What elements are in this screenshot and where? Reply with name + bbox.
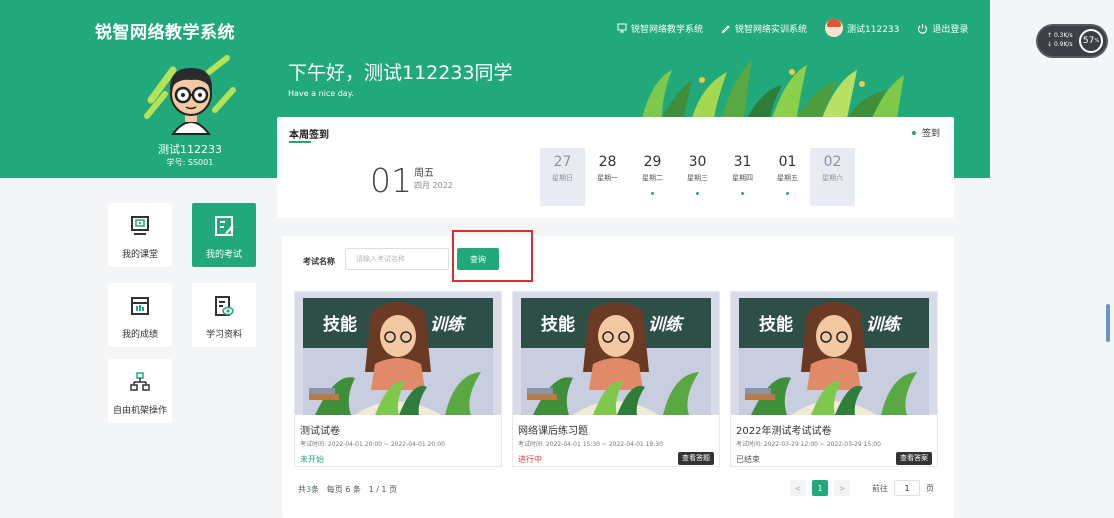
today-date: 01 <box>370 161 412 200</box>
right-margin <box>990 0 1114 518</box>
side-scroll-handle[interactable] <box>1106 304 1110 342</box>
svg-text:技能: 技能 <box>541 314 575 335</box>
rack-icon <box>130 372 150 391</box>
exam-card-item[interactable]: 技能 训练 测试试卷 考试时间: 2022-04-01 20:00 ~ 2022… <box>294 291 502 467</box>
exam-icon <box>215 216 234 236</box>
exam-name-input[interactable] <box>345 248 449 270</box>
nav-teaching-label: 锐智网络教学系统 <box>631 24 704 35</box>
pagination-info: 共3条 每页 6 条 1 / 1 页 <box>298 485 398 494</box>
exam-status: 未开始 <box>300 455 324 464</box>
side-item-free-rack[interactable]: 自由机架操作 <box>108 359 172 423</box>
exam-time: 考试时间: 2022-04-01 20:00 ~ 2022-04-01 20:0… <box>300 441 445 448</box>
day-cell: 27 星期日 <box>540 148 585 206</box>
exam-time: 考试时间: 2022-03-29 12:00 ~ 2022-03-29 15:0… <box>736 441 881 448</box>
plants-decoration <box>632 50 910 118</box>
side-item-my-grades[interactable]: 我的成绩 <box>108 283 172 347</box>
network-speed-widget[interactable]: ↑ 0.3K/s ↓ 0.9K/s 57% <box>1038 26 1106 56</box>
svg-text:技能: 技能 <box>759 314 793 335</box>
upload-speed: ↑ 0.3K/s <box>1047 32 1073 39</box>
user-menu[interactable]: 测试112233 <box>825 19 899 37</box>
svg-text:技能: 技能 <box>323 314 357 335</box>
memory-percent: 57% <box>1079 29 1103 53</box>
highlight-box <box>452 230 533 282</box>
weekly-signin-card: 本周签到 签到 01 周五 四月 2022 27 星期日 28 星期一 29 星期二 … <box>277 117 954 218</box>
materials-icon <box>215 296 234 316</box>
signed-dot <box>741 192 744 195</box>
exam-name: 测试试卷 <box>300 426 340 437</box>
grades-icon <box>131 297 149 315</box>
exam-card-item[interactable]: 技能 训练 网络课后练习题 考试时间: 2022-04-01 15:30 ~ 2… <box>512 291 720 467</box>
today-weekday: 周五 <box>414 168 434 179</box>
classroom-icon <box>131 216 149 235</box>
goto-label: 前往 <box>872 483 888 493</box>
profile-name: 测试112233 <box>158 143 222 156</box>
signed-dot <box>786 192 789 195</box>
exam-time: 考试时间: 2022-04-01 15:30 ~ 2022-04-01 19:3… <box>518 441 663 448</box>
next-page-button[interactable]: > <box>834 480 850 496</box>
download-speed: ↓ 0.9K/s <box>1047 41 1073 48</box>
today-month: 四月 2022 <box>414 181 453 190</box>
side-item-my-classroom[interactable]: 我的课堂 <box>108 203 172 267</box>
view-answers-button[interactable]: 查看答案 <box>896 452 932 465</box>
signed-dot <box>651 192 654 195</box>
day-cell: 28 星期一 <box>597 154 618 182</box>
day-cell: 31 星期四 <box>720 148 765 206</box>
top-nav: 锐智网络教学系统 锐智网络实训系统 测试112233 退出登录 <box>617 18 986 38</box>
exam-status: 已结束 <box>736 455 760 464</box>
exam-banner-image: 技能 训练 <box>513 292 719 415</box>
monitor-icon <box>617 23 627 33</box>
logout-label: 退出登录 <box>932 24 969 35</box>
signin-button[interactable]: 签到 <box>912 126 940 139</box>
exam-name: 2022年测试考试试卷 <box>736 426 832 437</box>
week-days: 27 星期日 28 星期一 29 星期二 30 星期三 31 星期四 01 星期五 02 星期… <box>540 148 855 206</box>
page-number-button[interactable]: 1 <box>812 480 828 496</box>
profile-avatar <box>144 55 236 135</box>
exam-card-item[interactable]: 技能 训练 2022年测试考试试卷 考试时间: 2022-03-29 12:00… <box>730 291 938 467</box>
signin-title-underline <box>289 141 311 143</box>
exam-banner-image: 技能 训练 <box>731 292 937 415</box>
pencil-icon <box>721 25 730 33</box>
exam-banner-image: 技能 训练 <box>295 292 501 415</box>
greeting-title: 下午好，测试112233同学 <box>288 62 513 84</box>
exam-list-card: 考试名称 查询 技能 训练 测试试卷 考试时间: 2022-04-01 20:0… <box>282 230 954 518</box>
username: 测试112233 <box>847 24 900 35</box>
side-item-my-exams[interactable]: 我的考试 <box>192 203 256 267</box>
svg-text:训练: 训练 <box>430 315 467 335</box>
pagination: < 1 > 前往 页 <box>790 480 934 496</box>
nav-training-system[interactable]: 锐智网络实训系统 <box>721 22 807 35</box>
power-icon <box>918 23 928 34</box>
logout-button[interactable]: 退出登录 <box>917 22 968 35</box>
nav-training-label: 锐智网络实训系统 <box>735 24 808 35</box>
exam-name: 网络课后练习题 <box>518 426 588 437</box>
signin-title: 本周签到 <box>289 130 329 141</box>
day-cell: 30 星期三 <box>675 148 720 206</box>
svg-text:训练: 训练 <box>648 315 685 335</box>
prev-page-button[interactable]: < <box>790 480 806 496</box>
goto-suffix: 页 <box>926 483 934 493</box>
user-avatar <box>825 19 844 37</box>
greeting-subtitle: Have a nice day. <box>288 89 354 98</box>
day-cell: 02 星期六 <box>810 148 855 206</box>
search-label: 考试名称 <box>303 257 335 266</box>
svg-text:训练: 训练 <box>866 315 903 335</box>
side-item-study-materials[interactable]: 学习资料 <box>192 283 256 347</box>
nav-teaching-system[interactable]: 锐智网络教学系统 <box>617 22 703 35</box>
day-cell: 01 星期五 <box>765 148 810 206</box>
day-cell: 29 星期二 <box>630 148 675 206</box>
profile-student-id: 学号: SS001 <box>166 158 214 167</box>
goto-page-input[interactable] <box>894 480 920 496</box>
view-answers-button[interactable]: 查看答题 <box>678 452 714 465</box>
exam-status: 进行中 <box>518 455 542 464</box>
signed-dot <box>696 192 699 195</box>
app-title: 锐智网络教学系统 <box>95 23 235 43</box>
